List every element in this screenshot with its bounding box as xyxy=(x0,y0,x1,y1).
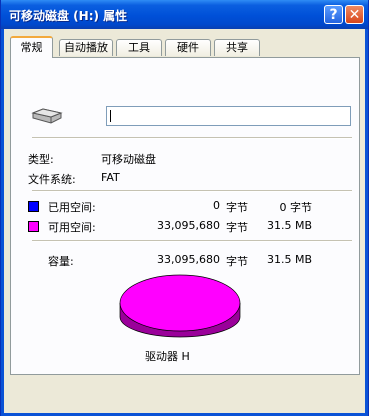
separator xyxy=(32,240,352,242)
drive-label: 驱动器 H xyxy=(145,350,190,363)
title-bar[interactable]: 可移动磁盘 (H:) 属性 ? ✕ xyxy=(1,0,368,29)
free-space-unit: 字节 xyxy=(226,221,248,234)
separator xyxy=(32,190,352,192)
tab-autoplay[interactable]: 自动播放 xyxy=(59,39,113,56)
properties-window: 可移动磁盘 (H:) 属性 ? ✕ 常规 自动播放 工具 硬件 共享 类型: 可… xyxy=(0,0,369,416)
filesystem-value: FAT xyxy=(101,171,120,184)
capacity-label: 容量: xyxy=(48,255,74,268)
capacity-unit: 字节 xyxy=(226,255,248,268)
filesystem-label: 文件系统: xyxy=(28,173,76,186)
used-space-size: 0 字节 xyxy=(279,201,313,214)
free-space-swatch xyxy=(28,221,39,232)
used-space-swatch xyxy=(28,201,39,212)
type-value: 可移动磁盘 xyxy=(101,153,156,166)
tab-tools[interactable]: 工具 xyxy=(116,39,162,56)
capacity-bytes: 33,095,680 xyxy=(157,253,220,266)
separator xyxy=(32,137,352,139)
help-icon[interactable]: ? xyxy=(324,5,343,24)
tab-hardware[interactable]: 硬件 xyxy=(165,39,211,56)
type-label: 类型: xyxy=(28,153,54,166)
capacity-size: 31.5 MB xyxy=(266,253,312,266)
window-title: 可移动磁盘 (H:) 属性 xyxy=(9,9,128,23)
tab-general[interactable]: 常规 xyxy=(10,36,53,58)
used-space-label: 已用空间: xyxy=(48,201,96,214)
disk-usage-pie xyxy=(119,274,241,338)
free-space-size: 31.5 MB xyxy=(266,219,312,232)
free-space-label: 可用空间: xyxy=(48,221,96,234)
drive-name-input[interactable] xyxy=(106,106,351,126)
general-tab-panel: 类型: 可移动磁盘 文件系统: FAT 已用空间: 0 字节 0 字节 可用空间… xyxy=(10,57,360,375)
tab-sharing[interactable]: 共享 xyxy=(214,39,260,56)
free-space-bytes: 33,095,680 xyxy=(157,219,220,232)
used-space-unit: 字节 xyxy=(226,201,248,214)
text-caret xyxy=(110,110,111,122)
pie-free-top xyxy=(119,274,241,332)
dialog-body: 常规 自动播放 工具 硬件 共享 类型: 可移动磁盘 文件系统: FAT 已用空… xyxy=(4,29,365,413)
removable-drive-icon xyxy=(31,108,63,124)
close-icon[interactable]: ✕ xyxy=(345,5,364,24)
used-space-bytes: 0 xyxy=(213,199,220,212)
